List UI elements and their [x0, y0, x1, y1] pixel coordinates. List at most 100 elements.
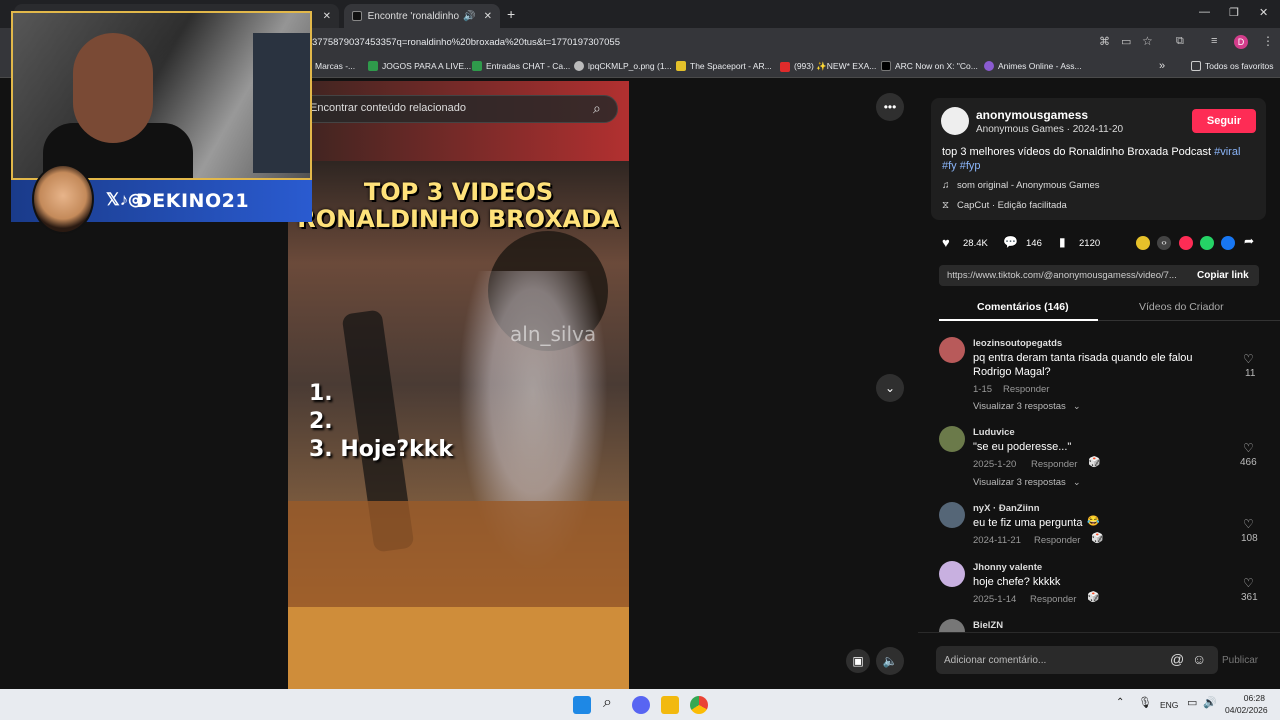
x-icon — [881, 61, 891, 71]
follow-button[interactable]: Seguir — [1192, 109, 1256, 133]
video-list-item: 1. — [309, 381, 333, 406]
minimize-button[interactable]: — — [1199, 6, 1210, 18]
heart-outline-icon[interactable]: ♡ — [1243, 517, 1254, 531]
comment-text: Rodrigo Magal? — [973, 366, 1051, 378]
whatsapp-icon[interactable] — [1200, 236, 1214, 250]
webcam-person-face — [73, 33, 153, 143]
tab-close-icon[interactable]: ✕ — [323, 11, 331, 22]
view-replies[interactable]: Visualizar 3 respostas — [973, 401, 1066, 412]
emoji-picker-icon[interactable]: ☺ — [1192, 651, 1206, 667]
tray-chevron-icon[interactable]: ⌃ — [1116, 697, 1124, 708]
avatar[interactable] — [939, 426, 965, 452]
comment-text: "se eu poderesse..." — [973, 441, 1072, 453]
comment-icon[interactable]: 💬 — [1003, 235, 1018, 249]
comment-user[interactable]: Jhonny valente — [973, 562, 1042, 573]
pip-icon[interactable]: ▣ — [846, 649, 870, 673]
bookmark-item[interactable]: Marcas -... — [315, 61, 355, 71]
post-button[interactable]: Publicar — [1222, 655, 1258, 666]
clock-time[interactable]: 06:28 — [1227, 693, 1265, 703]
coin-icon[interactable] — [1136, 236, 1150, 250]
profile-avatar[interactable]: D — [1234, 35, 1248, 49]
volume-icon[interactable]: 🔈 — [876, 647, 904, 675]
speaker-icon[interactable]: 🔊 — [1203, 696, 1217, 709]
avatar[interactable] — [939, 337, 965, 363]
comment-user[interactable]: Luduvice — [973, 427, 1015, 438]
reply-button[interactable]: Responder — [1003, 384, 1049, 395]
windows-start-icon[interactable] — [573, 696, 591, 714]
creator-username[interactable]: anonymousgamess — [976, 108, 1088, 122]
comment-likes: 11 — [1245, 368, 1256, 379]
comment-user[interactable]: leozinsoutopegatds — [973, 338, 1062, 349]
comment-user[interactable]: nyX · ĐanZiinn — [973, 503, 1040, 514]
heart-outline-icon[interactable]: ♡ — [1243, 576, 1254, 590]
comment-input[interactable]: Adicionar comentário... — [944, 655, 1046, 666]
bookmark-item[interactable]: JOGOS PARA A LIVE... — [368, 61, 471, 71]
tab-creator-videos[interactable]: Vídeos do Criador — [1139, 301, 1224, 313]
all-bookmarks[interactable]: Todos os favoritos — [1191, 61, 1274, 71]
discord-icon[interactable] — [632, 696, 650, 714]
bookmark-item[interactable]: Animes Online - Ass... — [984, 61, 1082, 71]
copy-link-button[interactable]: Copiar link — [1197, 270, 1249, 281]
search-input[interactable]: Encontrar conteúdo relacionado — [310, 102, 466, 114]
comment-date: 2024-11-21 — [973, 535, 1021, 546]
bookmark-item[interactable]: ARC Now on X: "Co... — [881, 61, 978, 71]
chrome-icon[interactable] — [690, 696, 708, 714]
audio-icon[interactable]: 🔊 — [463, 11, 475, 22]
comment-user[interactable]: BielZN — [973, 620, 1003, 631]
chevron-down-icon: ⌄ — [1073, 401, 1081, 411]
facebook-icon[interactable] — [1221, 236, 1235, 250]
more-options-icon[interactable]: ••• — [876, 93, 904, 121]
sticker-icon: 🎲 — [1088, 457, 1101, 468]
creator-avatar[interactable] — [941, 107, 969, 135]
heart-outline-icon[interactable]: ♡ — [1243, 352, 1254, 366]
reply-button[interactable]: Responder — [1030, 594, 1076, 605]
view-replies[interactable]: Visualizar 3 respostas — [973, 477, 1066, 488]
file-explorer-icon[interactable] — [661, 696, 679, 714]
share-icon[interactable]: ➦ — [1244, 234, 1254, 248]
sound-link[interactable]: som original - Anonymous Games — [957, 180, 1100, 191]
cast-icon[interactable]: ▭ — [1121, 35, 1131, 48]
video-player[interactable] — [288, 81, 629, 689]
video-caption: top 3 melhores vídeos do Ronaldinho Brox… — [942, 146, 1240, 158]
extensions-icon[interactable]: ⧉ — [1176, 35, 1184, 48]
menu-icon[interactable]: ⋮ — [1262, 34, 1274, 48]
clock-date[interactable]: 04/02/2026 — [1225, 705, 1268, 715]
url-field[interactable]: 3775879037453357q=ronaldinho%20broxada%2… — [312, 37, 620, 48]
reply-button[interactable]: Responder — [1034, 535, 1080, 546]
heart-outline-icon[interactable]: ♡ — [1243, 441, 1254, 455]
more-bookmarks-icon[interactable]: » — [1159, 60, 1165, 72]
new-tab-button[interactable]: + — [507, 6, 515, 22]
heart-icon[interactable]: ♥ — [942, 235, 950, 250]
search-icon[interactable]: ⌕ — [593, 100, 601, 117]
tab-active[interactable]: Encontre 'ronaldinho broxa 🔊 ✕ — [344, 4, 500, 28]
capcut-link[interactable]: CapCut · Edição facilitada — [957, 200, 1067, 211]
bookmark-label: (993) ✨NEW* EXA... — [794, 61, 877, 71]
language-indicator[interactable]: ENG — [1160, 700, 1178, 710]
bookmark-item[interactable]: The Spaceport - AR... — [676, 61, 772, 71]
embed-icon[interactable]: ‹› — [1157, 236, 1171, 250]
bookmark-item[interactable]: lpqCKMLP_o.png (1... — [574, 61, 672, 71]
bookmark-item[interactable]: (993) ✨NEW* EXA... — [780, 61, 876, 72]
tab-comments[interactable]: Comentários (146) — [977, 301, 1069, 313]
video-link[interactable]: https://www.tiktok.com/@anonymousgamess/… — [947, 270, 1177, 281]
avatar[interactable] — [939, 561, 965, 587]
bookmark-item[interactable]: Entradas CHAT - Ca... — [472, 61, 570, 71]
media-icon[interactable]: ≡ — [1211, 35, 1217, 47]
microphone-icon[interactable]: 🎙 — [1138, 696, 1152, 709]
network-icon[interactable]: ▭ — [1187, 696, 1197, 709]
reply-button[interactable]: Responder — [1031, 459, 1077, 470]
hashtag-link[interactable]: #viral — [1214, 146, 1240, 158]
restore-button[interactable]: ❐ — [1229, 6, 1239, 19]
avatar[interactable] — [939, 502, 965, 528]
mention-icon[interactable]: @ — [1170, 651, 1184, 667]
bookmark-icon[interactable]: ▮ — [1059, 235, 1066, 249]
close-window-button[interactable]: ✕ — [1259, 6, 1268, 19]
comment-likes: 108 — [1241, 533, 1258, 544]
bookmark-star-icon[interactable]: ☆ — [1142, 34, 1153, 48]
translate-icon[interactable]: ⌘ — [1099, 35, 1110, 48]
send-icon[interactable] — [1179, 236, 1193, 250]
tab-close-icon[interactable]: ✕ — [484, 11, 492, 22]
hashtag-link[interactable]: #fy #fyp — [942, 160, 981, 172]
chevron-down-icon[interactable]: ⌄ — [876, 374, 904, 402]
search-icon[interactable]: ⌕ — [603, 694, 612, 712]
